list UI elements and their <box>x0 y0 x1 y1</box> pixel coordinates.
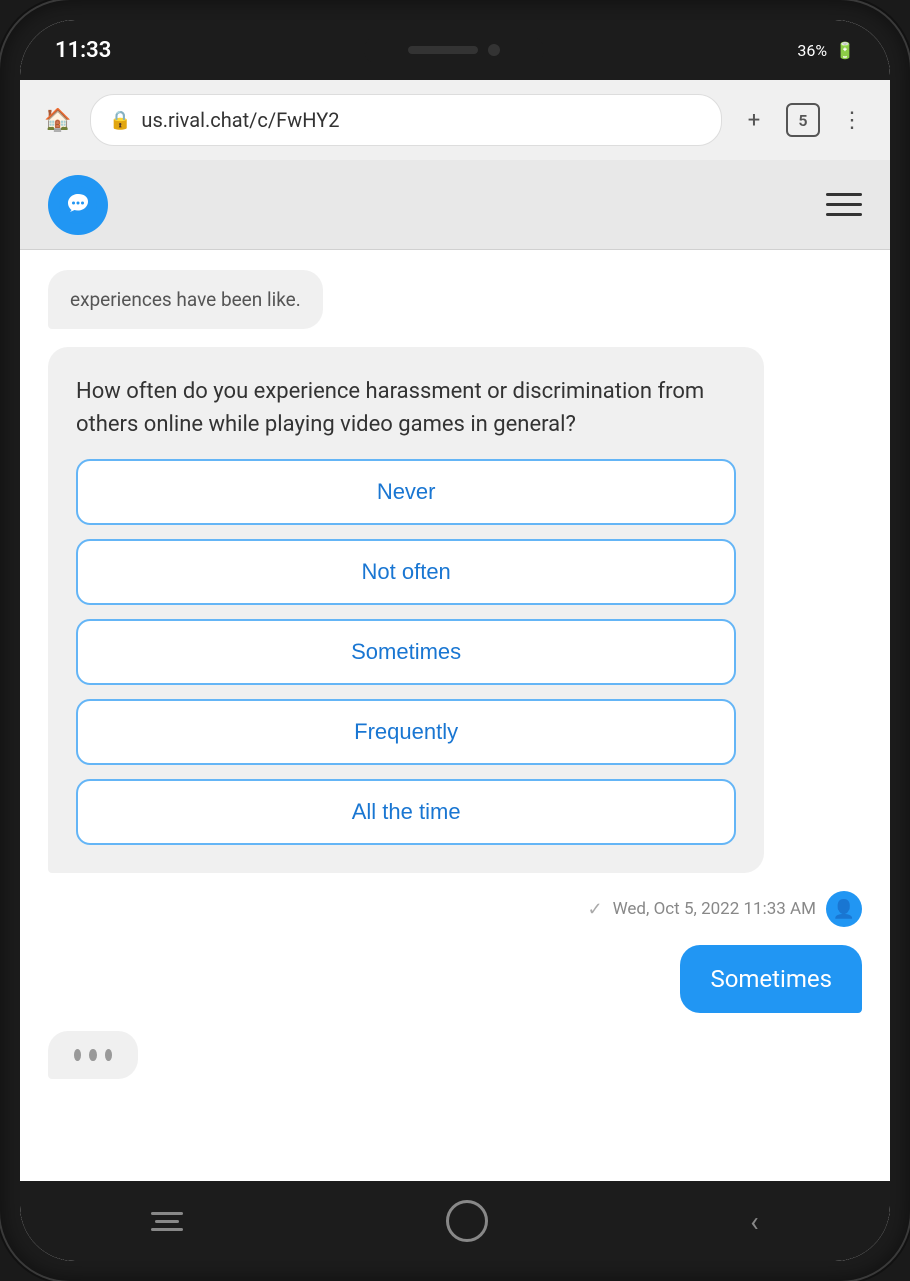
battery-text: 36% <box>797 41 827 60</box>
chat-content: experiences have been like. How often do… <box>20 250 890 1181</box>
status-time: 11:33 <box>55 38 111 63</box>
browser-bar: 🏠 🔒 us.rival.chat/c/FwHY2 + 5 ⋮ <box>20 80 890 160</box>
typing-dot-3 <box>105 1049 112 1061</box>
app-logo <box>48 175 108 235</box>
survey-options-list: Never Not often Sometimes Frequently All… <box>76 459 736 845</box>
option-not-often[interactable]: Not often <box>76 539 736 605</box>
browser-home-button[interactable]: 🏠 <box>40 102 76 138</box>
phone-frame: 11:33 36% 🔋 🏠 🔒 us.rival.chat/c/FwHY2 + … <box>0 0 910 1281</box>
hamburger-menu-button[interactable] <box>826 193 862 216</box>
user-response-bubble: Sometimes <box>680 945 862 1013</box>
typing-dot-1 <box>74 1049 81 1061</box>
checkmark-icon: ✓ <box>588 899 603 920</box>
url-text: us.rival.chat/c/FwHY2 <box>141 108 339 132</box>
rival-chat-logo-svg <box>59 186 97 224</box>
browser-actions: + 5 ⋮ <box>736 102 870 138</box>
option-never[interactable]: Never <box>76 459 736 525</box>
add-tab-button[interactable]: + <box>736 102 772 138</box>
lock-icon: 🔒 <box>109 110 131 131</box>
back-chevron-icon: ‹ <box>750 1205 758 1238</box>
tab-count-badge[interactable]: 5 <box>786 103 820 137</box>
notch <box>364 36 544 64</box>
timestamp-row: ✓ Wed, Oct 5, 2022 11:33 AM 👤 <box>48 891 862 927</box>
partial-message-text: experiences have been like. <box>70 288 301 311</box>
url-bar[interactable]: 🔒 us.rival.chat/c/FwHY2 <box>90 94 722 146</box>
phone-screen: 11:33 36% 🔋 🏠 🔒 us.rival.chat/c/FwHY2 + … <box>20 20 890 1261</box>
battery-icon: 🔋 <box>835 41 855 60</box>
nav-recent-apps-button[interactable] <box>151 1212 183 1231</box>
notch-speaker <box>408 46 478 54</box>
message-timestamp: Wed, Oct 5, 2022 11:33 AM <box>613 899 816 919</box>
typing-dot-2 <box>89 1049 96 1061</box>
option-sometimes[interactable]: Sometimes <box>76 619 736 685</box>
user-avatar: 👤 <box>826 891 862 927</box>
nav-back-button[interactable]: ‹ <box>750 1205 758 1238</box>
bot-message-partial: experiences have been like. <box>48 270 323 329</box>
notch-camera <box>488 44 500 56</box>
nav-home-button[interactable] <box>446 1200 488 1242</box>
bottom-nav: ‹ <box>20 1181 890 1261</box>
user-avatar-icon: 👤 <box>833 899 855 920</box>
browser-menu-button[interactable]: ⋮ <box>834 102 870 138</box>
option-all-the-time[interactable]: All the time <box>76 779 736 845</box>
option-frequently[interactable]: Frequently <box>76 699 736 765</box>
status-icons: 36% 🔋 <box>797 41 855 60</box>
survey-question-text: How often do you experience harassment o… <box>76 375 736 441</box>
typing-indicator <box>48 1031 138 1079</box>
home-circle-icon <box>446 1200 488 1242</box>
app-header <box>20 160 890 250</box>
status-bar: 11:33 36% 🔋 <box>20 20 890 80</box>
survey-bubble: How often do you experience harassment o… <box>48 347 764 873</box>
